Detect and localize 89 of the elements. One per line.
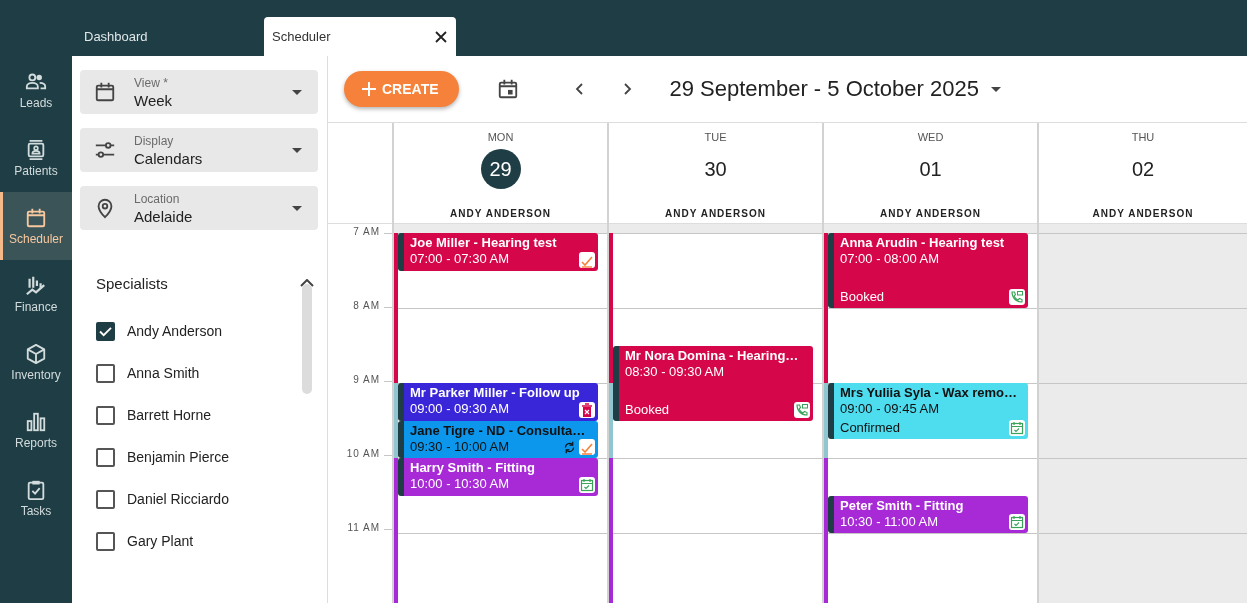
appointment-status: Booked bbox=[840, 288, 885, 306]
check-icon bbox=[99, 325, 112, 337]
appointment-card[interactable]: Mrs Yuliia Syla - Wax remo… 09:00 - 09:45 AM Confirmed bbox=[828, 383, 1028, 440]
nav-item[interactable]: Tasks bbox=[0, 464, 72, 532]
appointment-time: 08:30 - 09:30 AM bbox=[625, 363, 724, 380]
appointment-card[interactable]: Mr Parker Miller - Follow up 09:00 - 09:30 AM bbox=[398, 383, 598, 421]
specialist-name: Benjamin Pierce bbox=[127, 449, 229, 465]
appointment-time: 10:00 - 10:30 AM bbox=[410, 476, 509, 492]
specialist-name: Barrett Horne bbox=[127, 407, 212, 423]
day-number[interactable]: 01 bbox=[910, 149, 951, 189]
appointment-time: 09:30 - 10:00 AM bbox=[410, 438, 509, 455]
appointment-title: Mr Parker Miller - Follow up bbox=[410, 385, 580, 401]
select-field[interactable]: View * Week bbox=[80, 70, 318, 114]
sliders-icon bbox=[94, 139, 116, 161]
appointment-title: Jane Tigre - ND - Consulta… bbox=[410, 422, 586, 439]
day-number[interactable]: 30 bbox=[695, 149, 736, 189]
id-card-icon bbox=[25, 138, 47, 161]
specialist-name: Daniel Ricciardo bbox=[127, 491, 229, 507]
appointment-card[interactable]: Harry Smith - Fitting 10:00 - 10:30 AM bbox=[398, 458, 598, 496]
appointment-status: Booked bbox=[625, 400, 670, 419]
appointment-card[interactable]: Peter Smith - Fitting 10:30 - 11:00 AM bbox=[828, 495, 1028, 533]
appointment-card[interactable]: Jane Tigre - ND - Consulta… 09:30 - 10:00 AM bbox=[398, 420, 598, 458]
appointment-time: 09:00 - 09:45 AM bbox=[840, 401, 939, 417]
calendar-today-icon[interactable] bbox=[496, 78, 519, 100]
weekday-label: TUE bbox=[704, 131, 727, 143]
specialist-name: Gary Plant bbox=[127, 533, 194, 549]
calendar-icon bbox=[25, 206, 47, 229]
select-field[interactable]: Display Calendars bbox=[80, 128, 318, 172]
specialist-name: Anna Smith bbox=[127, 365, 200, 381]
time-label: 11 AM bbox=[347, 522, 380, 533]
checkbox[interactable] bbox=[96, 447, 115, 467]
weekday-label: WED bbox=[917, 131, 944, 143]
time-label: 7 AM bbox=[353, 226, 380, 237]
day-number[interactable]: 29 bbox=[480, 149, 521, 189]
nav-item[interactable]: Inventory bbox=[0, 328, 72, 396]
nav-item[interactable]: Leads bbox=[0, 56, 72, 124]
caret-down-icon bbox=[292, 147, 302, 153]
nav-item[interactable]: Scheduler bbox=[0, 192, 72, 260]
section-title: Specialists bbox=[96, 274, 168, 292]
appointment-card[interactable]: Joe Miller - Hearing test 07:00 - 07:30 AM bbox=[398, 233, 598, 271]
caret-down-icon bbox=[292, 89, 302, 95]
bar-chart-icon bbox=[25, 410, 47, 433]
calendar-icon bbox=[94, 81, 116, 103]
trend-chart-icon bbox=[25, 274, 47, 297]
weekday-label: THU bbox=[1131, 131, 1155, 143]
checkbox[interactable] bbox=[96, 363, 115, 383]
tab[interactable]: Dashboard bbox=[72, 17, 256, 56]
specialist-label: ANDY ANDERSON bbox=[880, 208, 981, 219]
appointment-status: Confirmed bbox=[840, 419, 900, 438]
appointment-title: Mr Nora Domina - Hearing… bbox=[625, 347, 799, 364]
checkbox[interactable] bbox=[96, 489, 115, 509]
clipboard-check-icon bbox=[25, 478, 47, 501]
specialist-name: Andy Anderson bbox=[127, 323, 222, 339]
checkbox[interactable] bbox=[96, 531, 115, 551]
chevron-up-icon[interactable] bbox=[300, 279, 314, 287]
specialist-label: ANDY ANDERSON bbox=[450, 208, 551, 219]
appointment-time: 09:00 - 09:30 AM bbox=[410, 401, 509, 417]
specialist-label: ANDY ANDERSON bbox=[1092, 208, 1194, 219]
caret-down-icon bbox=[292, 205, 302, 211]
tab[interactable]: Scheduler bbox=[264, 17, 456, 56]
chevron-right-icon[interactable] bbox=[622, 83, 632, 95]
checkbox[interactable] bbox=[96, 405, 115, 425]
appointment-title: Peter Smith - Fitting bbox=[840, 497, 964, 514]
appointment-title: Harry Smith - Fitting bbox=[410, 460, 535, 476]
appointment-title: Anna Arudin - Hearing test bbox=[840, 235, 1005, 251]
caret-down-icon[interactable] bbox=[990, 86, 1001, 92]
appointment-time: 07:00 - 08:00 AM bbox=[840, 251, 939, 267]
nav-item[interactable]: Reports bbox=[0, 396, 72, 464]
cube-icon bbox=[25, 342, 47, 365]
close-icon[interactable] bbox=[434, 29, 448, 44]
chevron-left-icon[interactable] bbox=[574, 83, 584, 95]
checkbox[interactable] bbox=[96, 321, 115, 341]
appointment-title: Joe Miller - Hearing test bbox=[410, 235, 557, 251]
appointment-time: 10:30 - 11:00 AM bbox=[840, 513, 939, 530]
time-label: 10 AM bbox=[346, 448, 380, 459]
time-label: 9 AM bbox=[353, 374, 380, 385]
scrollbar[interactable] bbox=[302, 284, 312, 394]
weekday-label: MON bbox=[487, 131, 514, 143]
appointment-card[interactable]: Mr Nora Domina - Hearing… 08:30 - 09:30 AM Booked bbox=[613, 345, 813, 421]
plus-icon bbox=[362, 82, 376, 96]
appointment-card[interactable]: Anna Arudin - Hearing test 07:00 - 08:00 AM Booked bbox=[828, 233, 1028, 308]
nav-item[interactable]: Finance bbox=[0, 260, 72, 328]
appointment-time: 07:00 - 07:30 AM bbox=[410, 251, 509, 267]
specialist-label: ANDY ANDERSON bbox=[665, 208, 766, 219]
appointment-title: Mrs Yuliia Syla - Wax remo… bbox=[840, 385, 1017, 401]
nav-item[interactable]: Patients bbox=[0, 124, 72, 192]
date-range-title: 29 September - 5 October 2025 bbox=[669, 76, 979, 102]
time-label: 8 AM bbox=[353, 300, 380, 311]
select-field[interactable]: Location Adelaide bbox=[80, 186, 318, 230]
